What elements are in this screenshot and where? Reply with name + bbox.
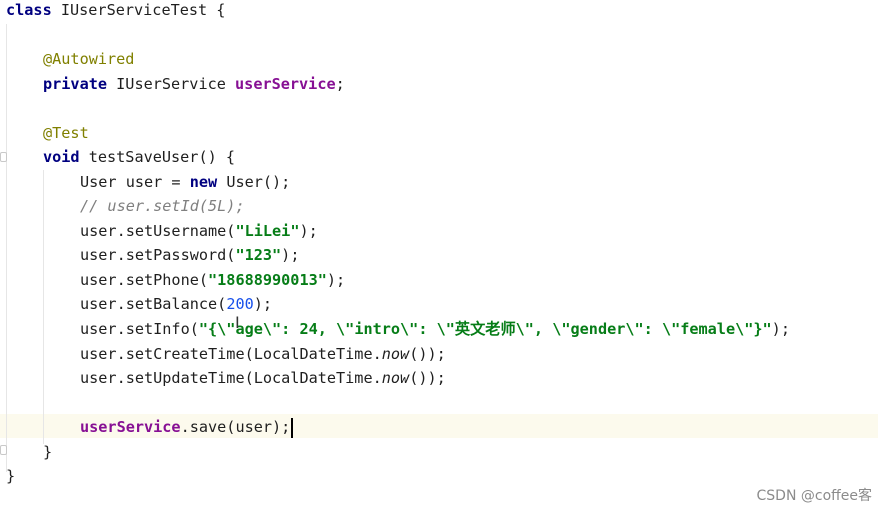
- text-caret: [291, 417, 294, 438]
- keyword: new: [189, 173, 218, 191]
- statement-part: User();: [217, 173, 291, 191]
- code-line-2: @Autowired: [43, 47, 134, 71]
- code-line-8: user.setUsername("LiLei");: [80, 219, 318, 243]
- fold-marker[interactable]: [0, 445, 7, 455]
- field-name: userService: [80, 418, 181, 436]
- code-line-9: user.setPassword("123");: [80, 243, 299, 267]
- string-literal: "123": [235, 246, 282, 264]
- statement-part: );: [326, 271, 346, 289]
- field-name: userService: [235, 75, 336, 93]
- code-line-15: userService.save(user);: [80, 415, 294, 439]
- class-declaration: IUserServiceTest {: [51, 1, 226, 19]
- statement-part: user.setCreateTime(LocalDateTime.: [80, 345, 382, 363]
- string-literal: "18688990013": [208, 271, 327, 289]
- statement-part: );: [771, 320, 790, 338]
- code-line-14: user.setUpdateTime(LocalDateTime.now());: [80, 366, 446, 390]
- closing-brace: }: [6, 467, 16, 485]
- string-literal: "{\"age\": 24, \"intro\": \"英文老师\", \"ge…: [198, 320, 772, 338]
- comment: // user.setId(5L);: [80, 197, 245, 215]
- code-line-10: user.setPhone("18688990013");: [80, 268, 345, 292]
- statement-part: );: [253, 295, 273, 313]
- type-name: IUserService: [107, 75, 236, 93]
- statement-part: user.setPassword(: [80, 246, 236, 264]
- statement-part: ());: [409, 345, 446, 363]
- code-line-16: }: [43, 440, 52, 464]
- annotation: @Autowired: [43, 50, 135, 68]
- number-literal: 200: [226, 295, 254, 313]
- indent-guide: [6, 24, 7, 472]
- closing-brace: }: [43, 443, 53, 461]
- semicolon: ;: [335, 75, 345, 93]
- static-method: now: [381, 345, 410, 363]
- keyword: private: [43, 75, 108, 93]
- static-method: now: [381, 369, 410, 387]
- keyword: void: [43, 148, 80, 166]
- statement-part: user.setBalance(: [80, 295, 227, 313]
- statement-part: .save(user);: [180, 418, 291, 436]
- code-line-1: class IUserServiceTest {: [6, 0, 225, 22]
- fold-marker[interactable]: [0, 152, 7, 162]
- statement-part: );: [299, 222, 318, 240]
- mouse-ibeam-cursor-icon: I: [235, 313, 240, 332]
- keyword: class: [6, 1, 52, 19]
- indent-guide: [43, 170, 44, 444]
- watermark: CSDN @coffee客: [756, 488, 873, 504]
- code-line-7: // user.setId(5L);: [80, 194, 245, 218]
- statement-part: user.setUsername(: [80, 222, 236, 240]
- statement-part: );: [281, 246, 300, 264]
- code-line-5: void testSaveUser() {: [43, 145, 235, 169]
- statement-part: user.setPhone(: [80, 271, 209, 289]
- string-literal: "LiLei": [235, 222, 300, 240]
- code-editor[interactable]: class IUserServiceTest { @Autowired priv…: [0, 0, 878, 511]
- code-line-6: User user = new User();: [80, 170, 290, 194]
- code-line-3: private IUserService userService;: [43, 72, 345, 96]
- code-line-12: user.setInfo("{\"age\": 24, \"intro\": \…: [80, 317, 790, 341]
- statement-part: User user =: [80, 173, 190, 191]
- code-line-13: user.setCreateTime(LocalDateTime.now());: [80, 342, 446, 366]
- annotation: @Test: [43, 124, 89, 142]
- code-line-17: }: [6, 464, 15, 488]
- statement-part: user.setInfo(: [80, 320, 199, 338]
- method-declaration: testSaveUser() {: [79, 148, 236, 166]
- code-line-4: @Test: [43, 121, 89, 145]
- statement-part: user.setUpdateTime(LocalDateTime.: [80, 369, 382, 387]
- code-line-11: user.setBalance(200);: [80, 292, 272, 316]
- statement-part: ());: [409, 369, 446, 387]
